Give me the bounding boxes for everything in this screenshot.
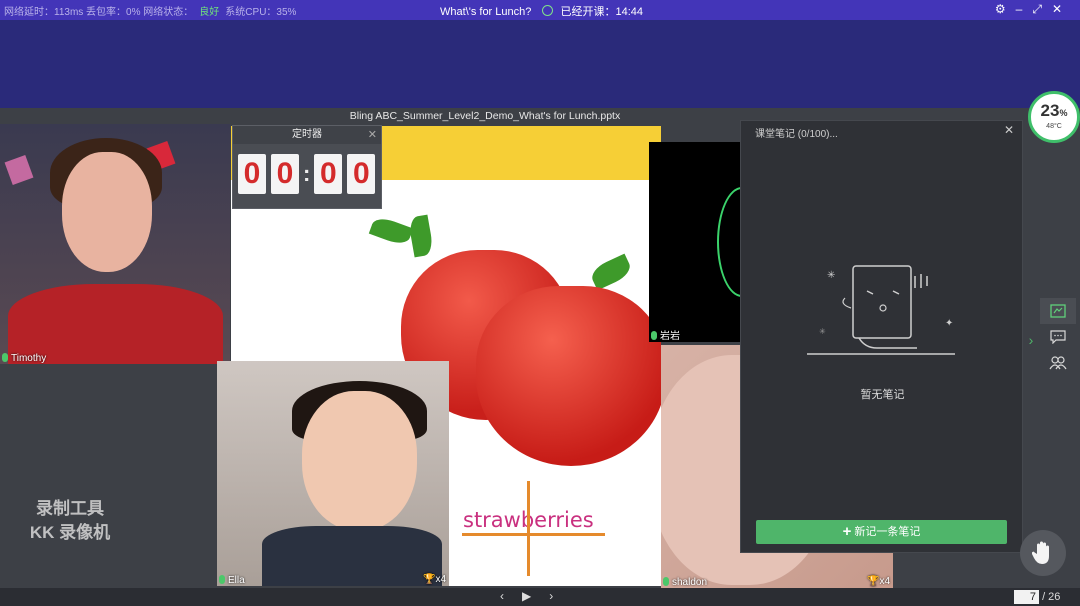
bottom-bar: ‹▶› 7 / 26 [0,588,1080,606]
watermark-line: 录制工具 [36,499,104,518]
network-status: 良好 [199,7,220,18]
clock-icon [542,5,554,16]
gauge-percent-value: 23 [1040,101,1060,120]
timer-digit: 0 [238,154,266,194]
microphone-icon [2,353,8,362]
empty-notes-text: 暂无笔记 [860,389,905,401]
trophy-icon: 🏆 [422,574,436,585]
video-tile-ella[interactable]: Ella 🏆x4 [217,361,449,586]
participant-video [8,284,223,364]
video-tile-yanyan[interactable]: 岩岩 [649,142,741,342]
slide-file-name: Bling ABC_Summer_Level2_Demo_What's for … [349,110,621,122]
close-icon[interactable]: ✕ [368,128,377,141]
participant-name: shaldon [672,577,708,588]
settings-icon[interactable]: ⚙ [995,2,1016,16]
chevron-right-icon[interactable]: › [1024,325,1038,355]
members-tool-button[interactable] [1040,350,1076,376]
lesson-info: What\'s for Lunch? 已经开课：14:44 [440,3,643,19]
chat-icon [1050,330,1066,344]
participant-label: Timothy [0,353,46,364]
svg-text:✦: ✦ [945,318,953,329]
trophy-count: 🏆x4 [867,576,890,587]
cpu-usage: 系统CPU：35% [225,7,297,18]
lesson-title: What\'s for Lunch? [440,6,532,18]
strawberry-image [476,286,661,466]
side-toolbar [1040,298,1076,380]
participant-name: Timothy [11,353,47,364]
timer-title: 定时器 [233,126,381,144]
cross-line-horizontal [462,533,605,536]
watermark-line: KK 录像机 [29,523,111,542]
timer-digits: 0 0 : 0 0 [238,154,380,194]
next-page-button[interactable]: › [549,589,571,603]
trophy-count-value: x4 [435,574,446,585]
current-page-input[interactable]: 7 [1014,590,1039,604]
network-stats: 网络延时：113ms 丢包率：0% 网络状态： 良好 系统CPU：35% [4,3,302,18]
notes-icon [1050,304,1066,318]
participant-label: 岩岩 [649,327,680,342]
microphone-icon [651,331,657,340]
cpu-gauge[interactable]: 23% 48°C [1028,91,1080,143]
cross-line-vertical [527,481,530,576]
participant-video [62,152,152,272]
plus-icon: + [842,523,852,540]
users-icon [1049,356,1067,370]
empty-notes-illustration-icon: ✳ ✳ ✦ [807,265,955,355]
trophy-count-value: x4 [879,576,890,587]
network-stats-text: 网络延时：113ms 丢包率：0% 网络状态： [4,7,194,18]
previous-page-button[interactable]: ‹ [500,589,522,603]
timer-widget[interactable]: 定时器 ✕ 0 0 : 0 0 [232,125,382,209]
close-icon[interactable]: ✕ [1004,123,1014,137]
participant-video [262,526,442,586]
header-band [0,20,1080,108]
participant-video [717,187,741,297]
leaf-shape [588,253,634,291]
video-tile-timothy[interactable]: Timothy [0,124,230,364]
leaf-shape [368,214,414,248]
slide-navigation: ‹▶› [500,589,571,603]
timer-digit: 0 [271,154,299,194]
trophy-count: 🏆x4 [423,574,446,585]
participant-label: Ella [217,575,245,586]
gauge-percent-unit: % [1059,108,1068,118]
microphone-icon [219,575,225,584]
chat-tool-button[interactable] [1040,324,1076,350]
svg-text:✳: ✳ [827,270,835,281]
gauge-percent: 23% [1031,102,1077,122]
class-notes-panel: 课堂笔记 (0/100)... ✕ ✳ ✳ ✦ 暂无笔记 + 新记一条笔记 [740,120,1023,553]
svg-text:✳: ✳ [819,327,826,336]
minimize-button[interactable]: – [1016,2,1033,16]
page-indicator: 7 / 26 [1014,590,1060,604]
trophy-icon: 🏆 [866,576,880,587]
participant-label: shaldon [661,577,707,588]
microphone-icon [663,577,669,586]
notes-title: 课堂笔记 (0/100)... [755,129,838,140]
timer-digit: 0 [314,154,343,194]
total-pages: / 26 [1042,591,1061,603]
close-button[interactable]: ✕ [1052,2,1072,16]
recorder-watermark: 录制工具 KK 录像机 [0,497,140,545]
participant-name: Ella [228,575,245,586]
window-controls: ⚙–⤢✕ [995,2,1072,17]
top-status-bar: 网络延时：113ms 丢包率：0% 网络状态： 良好 系统CPU：35% What\… [0,0,1080,20]
leaf-shape [407,214,435,258]
gauge-temperature: 48°C [1046,123,1062,130]
timer-digit: 0 [347,154,376,194]
elapsed-time: 已经开课：14:44 [560,6,644,18]
timer-colon: : [303,161,311,186]
notes-tool-button[interactable] [1040,298,1076,324]
participant-video [302,391,417,531]
add-note-label: 新记一条笔记 [854,526,921,538]
decoration-flag [4,154,34,186]
participant-name: 岩岩 [660,331,680,342]
fullscreen-button[interactable]: ⤢ [1032,2,1052,16]
raise-hand-button[interactable] [1020,530,1066,576]
add-note-button[interactable]: + 新记一条笔记 [756,520,1007,544]
hand-icon [1031,541,1049,564]
play-button[interactable]: ▶ [522,589,549,603]
